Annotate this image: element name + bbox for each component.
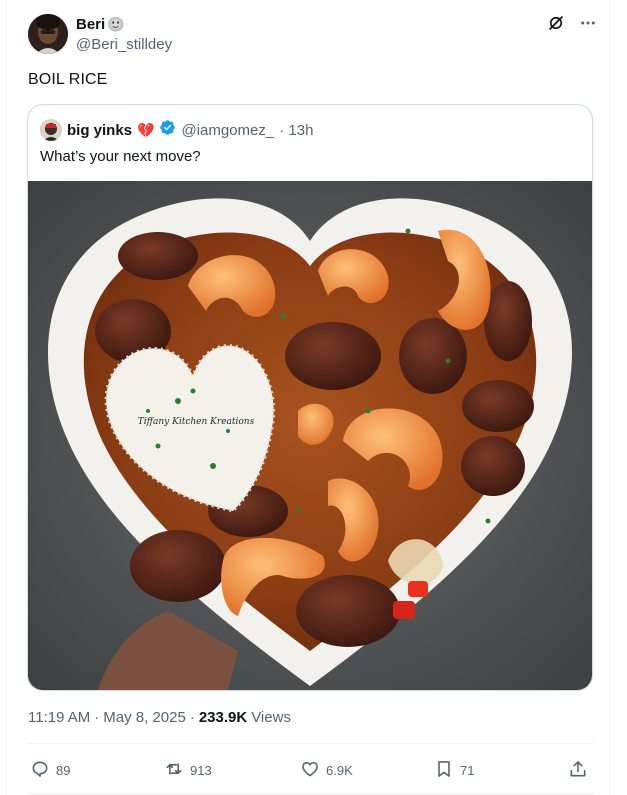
grok-icon[interactable] xyxy=(547,14,565,37)
divider xyxy=(28,743,594,744)
share-button[interactable] xyxy=(568,756,588,784)
bookmark-button[interactable]: 71 xyxy=(434,756,474,784)
bookmark-icon xyxy=(434,759,454,782)
meta-separator: · xyxy=(94,709,100,726)
verified-badge-icon xyxy=(159,119,176,141)
tweet-text: BOIL RICE xyxy=(28,71,108,88)
gumbo-photo[interactable] xyxy=(28,181,592,690)
author-name-row: Beri 🙂 xyxy=(76,16,125,33)
repost-button[interactable]: 913 xyxy=(164,756,212,784)
share-icon xyxy=(568,759,588,782)
quoted-author-handle[interactable]: @iamgomez_ xyxy=(181,122,274,139)
more-icon[interactable] xyxy=(579,14,597,37)
quoted-tweet-header: big yinks 💔 @iamgomez_ · 13h xyxy=(40,119,313,141)
reply-count: 89 xyxy=(56,762,71,778)
tweet-date[interactable]: May 8, 2025 xyxy=(103,709,186,726)
author-emoji: 🙂 xyxy=(107,16,125,32)
author-avatar[interactable] xyxy=(28,14,68,54)
repost-icon xyxy=(164,759,184,782)
tweet-top-actions xyxy=(547,14,597,37)
views-count: 233.9K xyxy=(198,709,248,726)
repost-count: 913 xyxy=(190,762,212,778)
quoted-author-emoji: 💔 xyxy=(137,121,155,138)
tweet-time[interactable]: 11:19 AM xyxy=(28,709,90,726)
divider xyxy=(28,793,594,794)
reply-button[interactable]: 89 xyxy=(30,756,70,784)
quoted-author-name[interactable]: big yinks xyxy=(67,122,132,139)
like-button[interactable]: 6.9K xyxy=(300,756,353,784)
views-label: Views xyxy=(251,709,291,726)
action-bar: 89 913 6.9K 71 xyxy=(28,756,594,784)
author-handle[interactable]: @Beri_stilldey xyxy=(76,36,172,53)
quoted-tweet-text: What’s your next move? xyxy=(40,148,201,165)
like-count: 6.9K xyxy=(326,762,353,778)
quoted-tweet[interactable]: big yinks 💔 @iamgomez_ · 13h What’s your… xyxy=(27,104,593,691)
author-name[interactable]: Beri xyxy=(76,16,105,33)
like-icon xyxy=(300,759,320,782)
meta-separator: · xyxy=(189,709,195,726)
reply-icon xyxy=(30,759,50,782)
quoted-author-avatar[interactable] xyxy=(40,119,62,141)
photo-watermark: Tiffany Kitchen Kreations xyxy=(137,417,255,427)
tweet-meta: 11:19 AM · May 8, 2025 · 233.9K Views xyxy=(28,709,291,726)
bookmark-count: 71 xyxy=(460,762,475,778)
quoted-tweet-time[interactable]: · 13h xyxy=(279,122,313,139)
